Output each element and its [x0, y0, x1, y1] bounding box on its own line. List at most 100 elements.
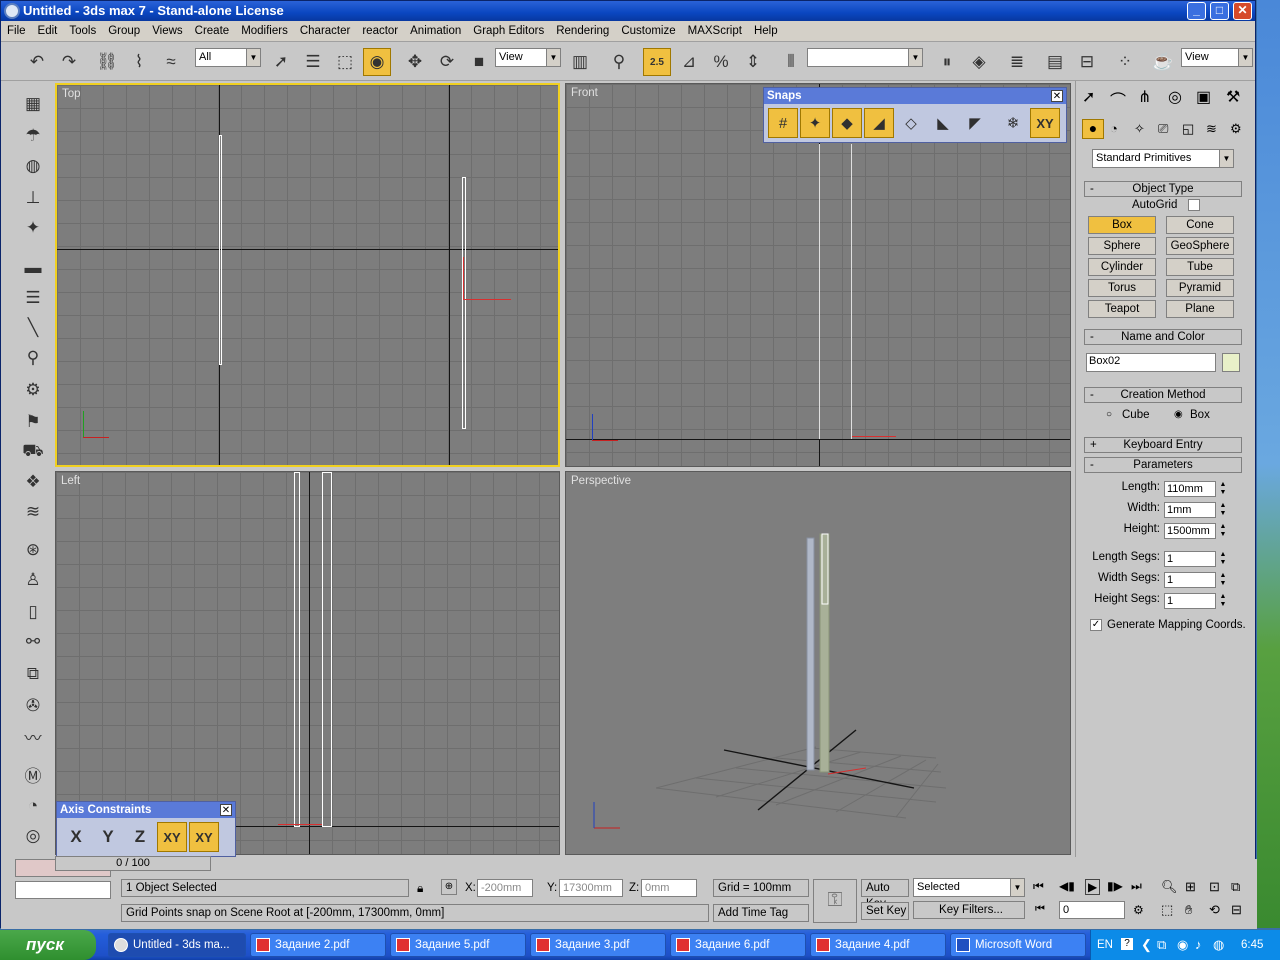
cylinder-button[interactable]: Cylinder [1088, 258, 1156, 276]
motor-icon[interactable]: ⚙ [19, 377, 47, 403]
add-time-tag-button[interactable]: Add Time Tag [713, 904, 809, 922]
constrain-xy-flyout[interactable]: XY [189, 822, 219, 852]
plane-icon[interactable]: ▬ [19, 255, 47, 281]
key-icon[interactable]: ⚿ [813, 879, 857, 923]
rollout-parameters[interactable]: - Parameters [1084, 457, 1242, 473]
height-input[interactable]: 1500mm [1164, 523, 1216, 539]
region-zoom-icon[interactable]: ⬚ [1161, 902, 1173, 918]
viewport-top[interactable]: Top [55, 83, 560, 467]
task-word[interactable]: Microsoft Word [950, 933, 1086, 957]
schematic-view-icon[interactable]: ⊟ [1073, 48, 1101, 76]
close-icon[interactable]: ✕ [220, 804, 232, 816]
teapot-button[interactable]: Teapot [1088, 300, 1156, 318]
maximize-button[interactable]: □ [1210, 2, 1229, 20]
softbody-collection-icon[interactable]: ◍ [19, 153, 47, 179]
material-editor-icon[interactable]: ⁘ [1111, 48, 1139, 76]
angle-snap-icon[interactable]: ⊿ [675, 48, 703, 76]
height-spinner[interactable]: ▲ ▼ [1218, 523, 1228, 539]
mirror-icon[interactable]: ⏸ [933, 48, 961, 76]
move-icon[interactable]: ✥ [401, 48, 429, 76]
menu-help[interactable]: Help [754, 25, 778, 37]
arc-rotate-icon[interactable]: ⟲ [1209, 902, 1220, 918]
task-3dsmax[interactable]: Untitled - 3ds ma... [108, 933, 246, 957]
fracture-object-icon[interactable]: Ⓜ [19, 761, 47, 787]
reference-coordinate-dropdown[interactable]: View ▼ [495, 48, 561, 67]
utilities-tab-icon[interactable]: ⚒ [1226, 87, 1240, 107]
systems-icon[interactable]: ⚙ [1230, 121, 1242, 137]
play-icon[interactable]: ▶ [1085, 879, 1101, 895]
title-bar[interactable]: Untitled - 3ds max 7 - Stand-alone Licen… [1, 1, 1255, 21]
cloth-collection-icon[interactable]: ☂ [19, 123, 47, 149]
hinge-constraint-icon[interactable]: ▯ [19, 599, 47, 625]
snap-pivot-icon[interactable]: ✦ [800, 108, 830, 138]
menu-create[interactable]: Create [195, 25, 230, 37]
toy-car-icon[interactable]: ⛟ [19, 439, 47, 465]
snap-vertex-icon[interactable]: ◆ [832, 108, 862, 138]
category-dropdown[interactable]: Standard Primitives ▼ [1092, 149, 1234, 168]
snap-options-icon[interactable]: ❄ [998, 108, 1028, 138]
go-to-end-icon[interactable]: ⏭ [1131, 879, 1142, 894]
volume-icon[interactable]: ♪ [1195, 930, 1202, 960]
constrain-xy-button[interactable]: XY [157, 822, 187, 852]
prismatic-icon[interactable]: ⧉ [19, 661, 47, 687]
snap-xy-constraint[interactable]: XY [1030, 108, 1060, 138]
select-manipulate-icon[interactable]: ⚲ [605, 48, 633, 76]
task-pdf-6[interactable]: Задание 6.pdf [670, 933, 806, 957]
task-pdf-2[interactable]: Задание 2.pdf [250, 933, 386, 957]
box-object-1-3d[interactable] [806, 537, 815, 771]
render-type-dropdown[interactable]: View ▼ [1181, 48, 1253, 67]
rigid-body-collection-icon[interactable]: ▦ [19, 91, 47, 117]
close-button[interactable]: ✕ [1233, 2, 1252, 20]
task-pdf-4[interactable]: Задание 4.pdf [810, 933, 946, 957]
ragdoll-constraint-icon[interactable]: ♙ [19, 567, 47, 593]
preview-animation-icon[interactable]: ◎ [19, 823, 47, 849]
menu-character[interactable]: Character [300, 25, 351, 37]
constrain-x-button[interactable]: X [61, 822, 91, 852]
constrain-z-button[interactable]: Z [125, 822, 155, 852]
key-mode-toggle-icon[interactable]: ⏮ [1035, 903, 1045, 916]
previous-frame-icon[interactable]: ◀▮ [1059, 879, 1075, 893]
pan-icon[interactable]: ✋︎ [1185, 902, 1192, 918]
length-segs-input[interactable]: 1 [1164, 551, 1216, 567]
length-input[interactable]: 110mm [1164, 481, 1216, 497]
tube-button[interactable]: Tube [1166, 258, 1234, 276]
snap-edge-icon[interactable]: ◣ [928, 108, 958, 138]
rollout-creation-method[interactable]: - Creation Method [1084, 387, 1242, 403]
maxscript-input-mini[interactable] [15, 881, 111, 899]
menu-modifiers[interactable]: Modifiers [241, 25, 288, 37]
menu-views[interactable]: Views [152, 25, 182, 37]
angular-dashpot-icon[interactable]: ⚲ [19, 345, 47, 371]
rollout-keyboard-entry[interactable]: + Keyboard Entry [1084, 437, 1242, 453]
maximize-viewport-icon[interactable]: ⊟ [1231, 902, 1242, 918]
viewport-left[interactable]: Left [55, 471, 560, 855]
named-selection-sets-dropdown[interactable]: ▼ [807, 48, 923, 67]
menu-maxscript[interactable]: MAXScript [688, 25, 742, 37]
help-icon[interactable]: ? [1121, 938, 1133, 950]
autogrid-checkbox[interactable] [1188, 199, 1200, 211]
zoom-all-icon[interactable]: ⊞ [1185, 879, 1196, 895]
water-icon[interactable]: ≋ [19, 499, 47, 525]
motion-tab-icon[interactable]: ◎ [1168, 87, 1182, 107]
pyramid-button[interactable]: Pyramid [1166, 279, 1234, 297]
menu-animation[interactable]: Animation [410, 25, 461, 37]
rollout-name-and-color[interactable]: - Name and Color [1084, 329, 1242, 345]
create-tab-icon[interactable]: ➚ [1082, 87, 1095, 107]
tray-back-icon[interactable]: ❮ [1141, 930, 1152, 960]
box-object-2[interactable] [462, 177, 466, 429]
menu-reactor[interactable]: reactor [362, 25, 398, 37]
redo-icon[interactable]: ↷ [55, 48, 83, 76]
plane-button[interactable]: Plane [1166, 300, 1234, 318]
snap-endpoint-icon[interactable]: ◢ [864, 108, 894, 138]
zoom-icon[interactable]: 🔍︎ [1161, 879, 1178, 895]
lights-icon[interactable]: ✧ [1134, 121, 1145, 137]
wind-icon[interactable]: ⚑ [19, 409, 47, 435]
tray-app-icon[interactable]: ◍ [1213, 930, 1224, 960]
auto-key-button[interactable]: Auto Key [861, 879, 909, 910]
snap-toggle-icon[interactable]: 2.5 [643, 48, 671, 76]
box-object-1-side[interactable] [294, 472, 300, 827]
snap-midpoint-icon[interactable]: ◇ [896, 108, 926, 138]
render-scene-icon[interactable]: ☕ [1149, 48, 1177, 76]
go-to-start-icon[interactable]: ⏮ [1033, 879, 1044, 894]
snaps-title[interactable]: Snaps [764, 88, 1066, 104]
zoom-extents-icon[interactable]: ⊡ [1209, 879, 1220, 895]
